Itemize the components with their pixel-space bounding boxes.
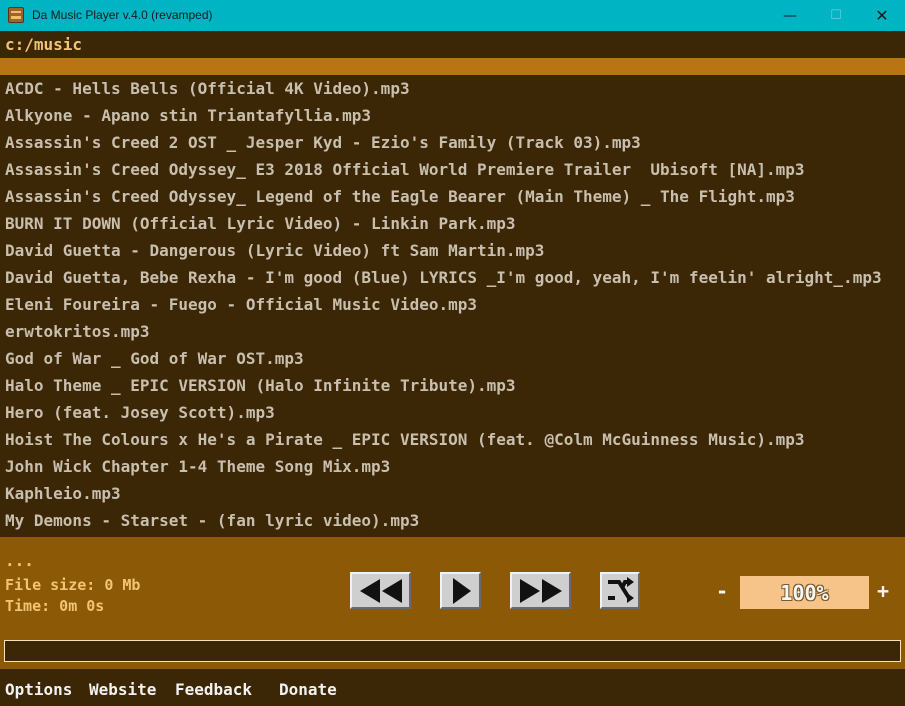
file-item[interactable]: David Guetta, Bebe Rexha - I'm good (Blu… — [5, 264, 882, 291]
close-icon: ✕ — [875, 6, 889, 25]
file-item[interactable]: Eleni Foureira - Fuego - Official Music … — [5, 291, 477, 318]
shuffle-icon — [608, 576, 634, 603]
app-icon — [8, 7, 24, 23]
file-item[interactable]: Kaphleio.mp3 — [5, 480, 121, 507]
volume-up-button[interactable]: + — [877, 580, 889, 602]
play-button[interactable] — [440, 572, 481, 609]
menu-feedback[interactable]: Feedback — [175, 680, 252, 699]
file-item[interactable]: Halo Theme _ EPIC VERSION (Halo Infinite… — [5, 372, 516, 399]
file-item[interactable]: ACDC - Hells Bells (Official 4K Video).m… — [5, 75, 410, 102]
file-item[interactable]: Hoist The Colours x He's a Pirate _ EPIC… — [5, 426, 805, 453]
shuffle-button[interactable] — [600, 572, 640, 609]
time-label: Time: 0m 0s — [5, 597, 105, 615]
previous-button[interactable] — [350, 572, 411, 609]
menu-options[interactable]: Options — [5, 680, 72, 699]
menu-website[interactable]: Website — [89, 680, 156, 699]
file-item[interactable]: Assassin's Creed Odyssey_ E3 2018 Offici… — [5, 156, 805, 183]
maximize-icon: ☐ — [830, 8, 842, 23]
next-button[interactable] — [510, 572, 571, 609]
next-icon — [519, 578, 562, 603]
minimize-button[interactable]: — — [767, 0, 813, 31]
current-path: c:/music — [5, 35, 83, 54]
file-item[interactable]: BURN IT DOWN (Official Lyric Video) - Li… — [5, 210, 516, 237]
file-item[interactable]: Assassin's Creed Odyssey_ Legend of the … — [5, 183, 795, 210]
title-bar: Da Music Player v.4.0 (revamped) — ☐ ✕ — [0, 0, 905, 31]
minimize-icon: — — [783, 7, 797, 24]
file-item[interactable]: My Demons - Starset - (fan lyric video).… — [5, 507, 419, 534]
file-item[interactable]: Alkyone - Apano stin Triantafyllia.mp3 — [5, 102, 371, 129]
now-playing-title: ... — [5, 551, 34, 570]
play-icon — [452, 577, 471, 604]
file-item[interactable]: erwtokritos.mp3 — [5, 318, 150, 345]
previous-icon — [359, 578, 402, 603]
file-size-label: File size: 0 Mb — [5, 576, 141, 594]
file-list[interactable]: ACDC - Hells Bells (Official 4K Video).m… — [0, 75, 905, 537]
menu-donate[interactable]: Donate — [279, 680, 337, 699]
progress-bar[interactable] — [4, 640, 901, 662]
window-title: Da Music Player v.4.0 (revamped) — [32, 8, 213, 22]
volume-display: 100% — [740, 576, 869, 609]
bottom-menu: Options Website Feedback Donate — [0, 669, 905, 706]
volume-down-button[interactable]: - — [716, 580, 728, 602]
file-item[interactable]: David Guetta - Dangerous (Lyric Video) f… — [5, 237, 544, 264]
selected-row-highlight[interactable] — [0, 58, 905, 75]
close-button[interactable]: ✕ — [859, 0, 905, 31]
control-panel: ... File size: 0 Mb Time: 0m 0s - 100% + — [0, 537, 905, 669]
file-item[interactable]: God of War _ God of War OST.mp3 — [5, 345, 304, 372]
file-item[interactable]: Hero (feat. Josey Scott).mp3 — [5, 399, 275, 426]
file-item[interactable]: John Wick Chapter 1-4 Theme Song Mix.mp3 — [5, 453, 390, 480]
path-bar: c:/music — [0, 31, 905, 58]
maximize-button[interactable]: ☐ — [813, 0, 859, 31]
file-item[interactable]: Assassin's Creed 2 OST _ Jesper Kyd - Ez… — [5, 129, 641, 156]
